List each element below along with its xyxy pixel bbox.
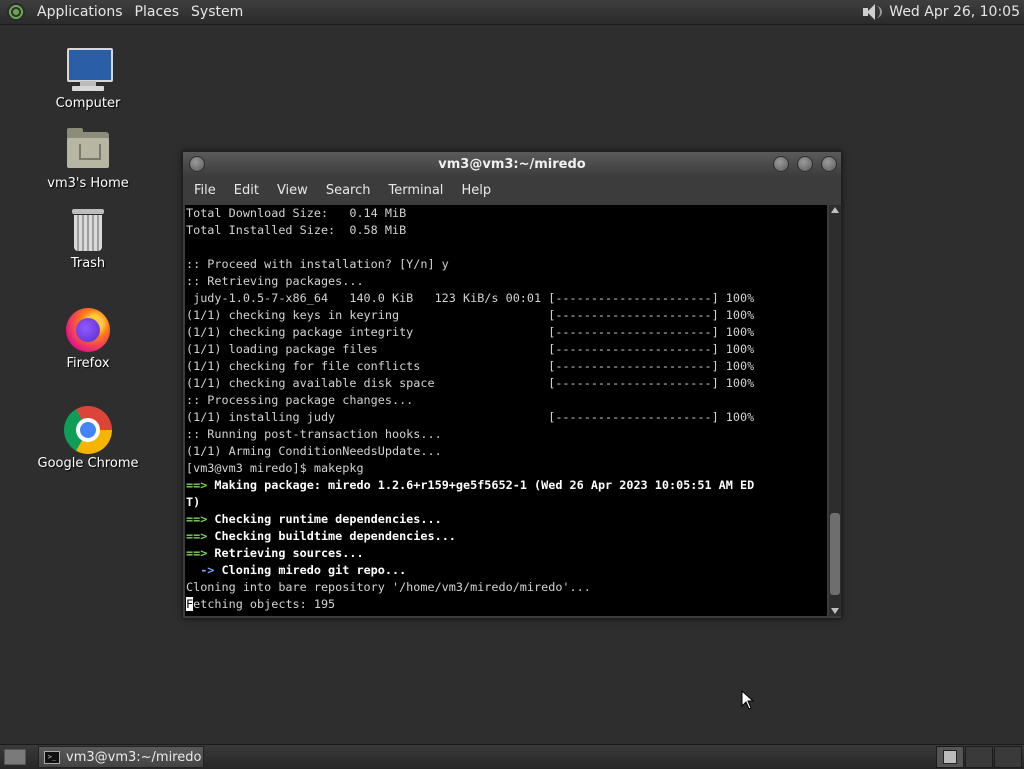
terminal-text: etching objects: 195 <box>193 597 336 611</box>
workspace-2[interactable] <box>965 746 993 768</box>
terminal-line: :: Processing package changes... <box>186 393 414 407</box>
workspace-1[interactable] <box>936 746 964 768</box>
home-folder-icon <box>64 126 112 174</box>
terminal-icon: >_ <box>44 750 60 764</box>
terminal-line: :: Running post-transaction hooks... <box>186 427 442 441</box>
prompt-arrow: ==> <box>186 478 208 492</box>
scroll-down-arrow-icon[interactable] <box>831 608 839 614</box>
terminal-window: vm3@vm3:~/miredo File Edit View Search T… <box>182 151 842 619</box>
menu-file[interactable]: File <box>185 183 225 198</box>
menu-edit[interactable]: Edit <box>225 183 268 198</box>
terminal-line: Total Installed Size: 0.58 MiB <box>186 223 407 237</box>
scrollbar[interactable] <box>829 205 841 616</box>
menu-places[interactable]: Places <box>129 4 186 20</box>
terminal-line: (1/1) checking for file conflicts [-----… <box>186 359 755 373</box>
terminal-line: (1/1) checking available disk space [---… <box>186 376 755 390</box>
terminal-line: (1/1) checking package integrity [------… <box>186 325 755 339</box>
prompt-arrow: ==> <box>186 512 208 526</box>
terminal-line: Total Download Size: 0.14 MiB <box>186 206 407 220</box>
volume-icon[interactable] <box>859 2 883 22</box>
workspace-switcher <box>935 746 1022 768</box>
terminal-output[interactable]: Total Download Size: 0.14 MiB Total Inst… <box>185 205 827 616</box>
scroll-up-arrow-icon[interactable] <box>831 207 839 213</box>
terminal-line: ==> Checking runtime dependencies... <box>185 511 827 528</box>
taskbar-window-label: vm3@vm3:~/miredo <box>66 749 202 765</box>
trash-icon <box>64 206 112 254</box>
desktop-icon-trash[interactable]: Trash <box>33 206 143 271</box>
terminal-line: ==> Making package: miredo 1.2.6+r159+ge… <box>185 477 827 494</box>
terminal-text: Making package: miredo 1.2.6+r159+ge5f56… <box>207 478 755 492</box>
terminal-text: Retrieving sources... <box>207 546 364 560</box>
desktop-icon-firefox[interactable]: Firefox <box>33 306 143 371</box>
distro-logo-icon[interactable] <box>7 3 25 21</box>
workspace-3[interactable] <box>994 746 1022 768</box>
terminal-line: (1/1) Arming ConditionNeedsUpdate... <box>186 444 442 458</box>
desktop-icon-label: Computer <box>55 96 121 111</box>
menu-applications[interactable]: Applications <box>31 4 129 20</box>
desktop-icon-computer[interactable]: Computer <box>33 46 143 111</box>
taskbar-window-button[interactable]: >_ vm3@vm3:~/miredo <box>38 746 204 768</box>
top-panel: Applications Places System Wed Apr 26, 1… <box>0 0 1024 25</box>
window-title: vm3@vm3:~/miredo <box>438 156 586 172</box>
bottom-panel: >_ vm3@vm3:~/miredo <box>0 744 1024 769</box>
desktop-icon-home[interactable]: vm3's Home <box>33 126 143 191</box>
desktop-icon-label: Trash <box>70 256 106 271</box>
menu-terminal[interactable]: Terminal <box>379 183 452 198</box>
firefox-icon <box>64 306 112 354</box>
prompt-arrow: ==> <box>186 546 208 560</box>
terminal-line: [vm3@vm3 miredo]$ makepkg <box>186 461 364 475</box>
show-desktop-icon[interactable] <box>4 749 26 765</box>
terminal-line: -> Cloning miredo git repo... <box>185 562 827 579</box>
prompt-arrow: ==> <box>186 529 208 543</box>
terminal-line: (1/1) loading package files [-----------… <box>186 342 755 356</box>
desktop-icon-chrome[interactable]: Google Chrome <box>33 406 143 471</box>
terminal-text: T) <box>186 495 201 509</box>
terminal-line: T) <box>185 494 827 511</box>
prompt-arrow: -> <box>186 563 215 577</box>
terminal-line: (1/1) installing judy [-----------------… <box>186 410 755 424</box>
terminal-text: Checking buildtime dependencies... <box>207 529 456 543</box>
chrome-icon <box>64 406 112 454</box>
menu-help[interactable]: Help <box>452 183 500 198</box>
terminal-text: Cloning miredo git repo... <box>214 563 407 577</box>
terminal-line: ==> Checking buildtime dependencies... <box>185 528 827 545</box>
terminal-line: :: Retrieving packages... <box>186 274 364 288</box>
terminal-line: Cloning into bare repository '/home/vm3/… <box>186 580 591 594</box>
terminal-text: Checking runtime dependencies... <box>207 512 442 526</box>
clock[interactable]: Wed Apr 26, 10:05 <box>889 4 1024 20</box>
scroll-thumb[interactable] <box>830 513 840 595</box>
terminal-line: Fetching objects: 195 <box>185 596 827 613</box>
desktop-icon-label: Google Chrome <box>37 456 139 471</box>
menu-search[interactable]: Search <box>317 183 380 198</box>
desktop-icon-label: vm3's Home <box>47 176 129 191</box>
terminal-line: (1/1) checking keys in keyring [--------… <box>186 308 755 322</box>
terminal-line: ==> Retrieving sources... <box>185 545 827 562</box>
menu-view[interactable]: View <box>268 183 317 198</box>
title-bar[interactable]: vm3@vm3:~/miredo <box>183 152 841 176</box>
desktop-icon-label: Firefox <box>66 356 110 371</box>
menu-bar: File Edit View Search Terminal Help <box>183 176 841 204</box>
terminal-line: judy-1.0.5-7-x86_64 140.0 KiB 123 KiB/s … <box>186 291 755 305</box>
menu-system[interactable]: System <box>185 4 249 20</box>
terminal-line: :: Proceed with installation? [Y/n] y <box>186 257 449 271</box>
computer-icon <box>64 46 113 94</box>
top-panel-tray: Wed Apr 26, 10:05 <box>859 2 1024 22</box>
